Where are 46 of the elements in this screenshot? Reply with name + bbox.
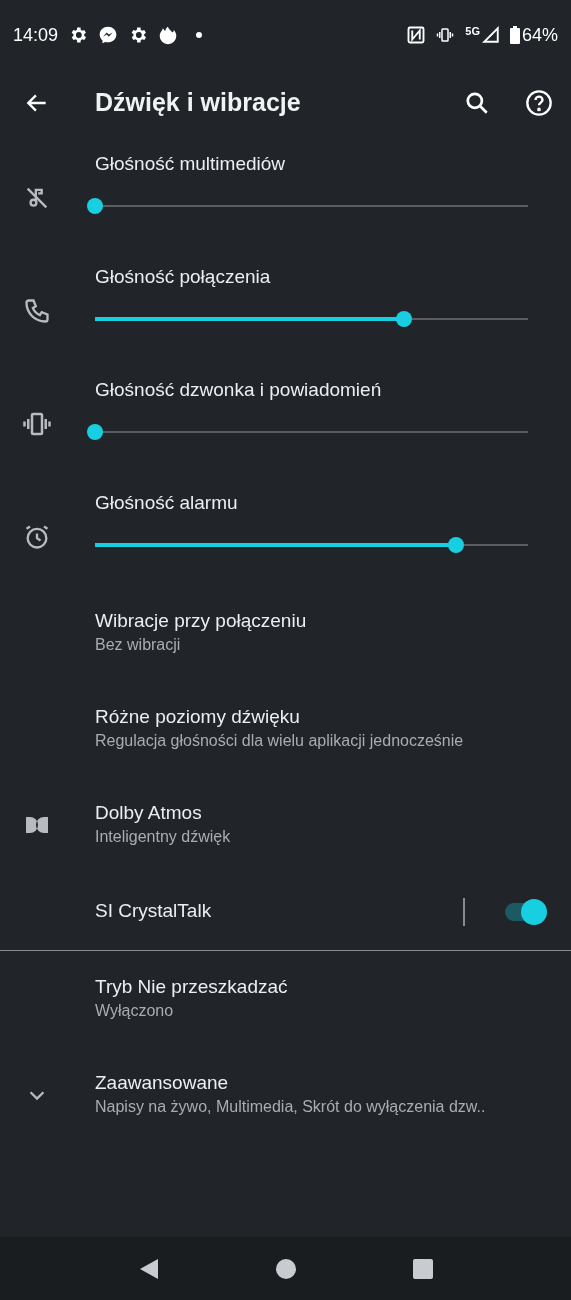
search-icon: [464, 89, 490, 116]
back-nav-button[interactable]: [138, 1257, 159, 1280]
flame-icon: [158, 25, 179, 45]
recents-nav-button[interactable]: [412, 1258, 433, 1279]
battery-icon: [509, 26, 520, 44]
slider-label: Głośność multimediów: [95, 151, 287, 176]
phone-icon: [22, 296, 51, 325]
item-title: Zaawansowane: [95, 1071, 230, 1095]
slider-thumb[interactable]: [396, 310, 413, 327]
signal-icon: [481, 26, 500, 44]
item-title: SI CrystalTalk: [95, 899, 213, 924]
status-time: 14:09: [13, 23, 59, 47]
settings-item[interactable]: Dolby Atmos Inteligentny dźwięk: [0, 777, 571, 873]
circle-icon: [275, 1258, 296, 1279]
help-icon: [525, 88, 553, 117]
settings-item[interactable]: Wibracje przy połączeniu Bez wibracji: [0, 585, 571, 681]
dot-icon: [196, 32, 203, 38]
settings-item[interactable]: Tryb Nie przeszkadzać Wyłączono: [0, 951, 571, 1047]
item-subtitle: Napisy na żywo, Multimedia, Skrót do wyłączenia dzw..: [95, 1097, 487, 1117]
item-subtitle: Regulacja głośności dla wielu aplikacji jednocześnie: [95, 731, 465, 751]
settings-item[interactable]: Różne poziomy dźwięku Regulacja głośności dla wielu aplikacji jednocześnie: [0, 681, 571, 777]
network-type: 5G: [465, 23, 480, 39]
item-subtitle: Wyłączono: [95, 1001, 175, 1021]
triangle-icon: [138, 1257, 159, 1280]
slider-thumb[interactable]: [87, 423, 103, 440]
messenger-icon: [98, 25, 119, 45]
toggle-switch[interactable]: [503, 898, 547, 925]
item-title: Wibracje przy połączeniu: [95, 609, 308, 633]
square-icon: [412, 1258, 433, 1279]
item-subtitle: Inteligentny dźwięk: [95, 827, 232, 847]
slider-thumb[interactable]: [87, 197, 103, 214]
battery-percent: 64%: [521, 23, 558, 47]
settings-item[interactable]: Zaawansowane Napisy na żywo, Multimedia, Skrót do wyłączenia dzw..: [0, 1047, 571, 1143]
page-title: Dźwięk i wibracje: [95, 86, 302, 118]
dolby-icon: [24, 816, 49, 834]
slider-thumb[interactable]: [448, 536, 465, 553]
item-title: Dolby Atmos: [95, 801, 203, 825]
nfc-icon: [407, 26, 426, 44]
slider-label: Głośność alarmu: [95, 490, 239, 515]
item-title: Tryb Nie przeszkadzać: [95, 975, 289, 999]
slider-label: Głośność dzwonka i powiadomień: [95, 377, 383, 402]
home-nav-button[interactable]: [275, 1258, 296, 1279]
item-subtitle: Bez wibracji: [95, 635, 182, 655]
item-title: Różne poziomy dźwięku: [95, 705, 301, 729]
vibrate-icon: [435, 26, 456, 44]
slider-label: Głośność połączenia: [95, 264, 272, 289]
